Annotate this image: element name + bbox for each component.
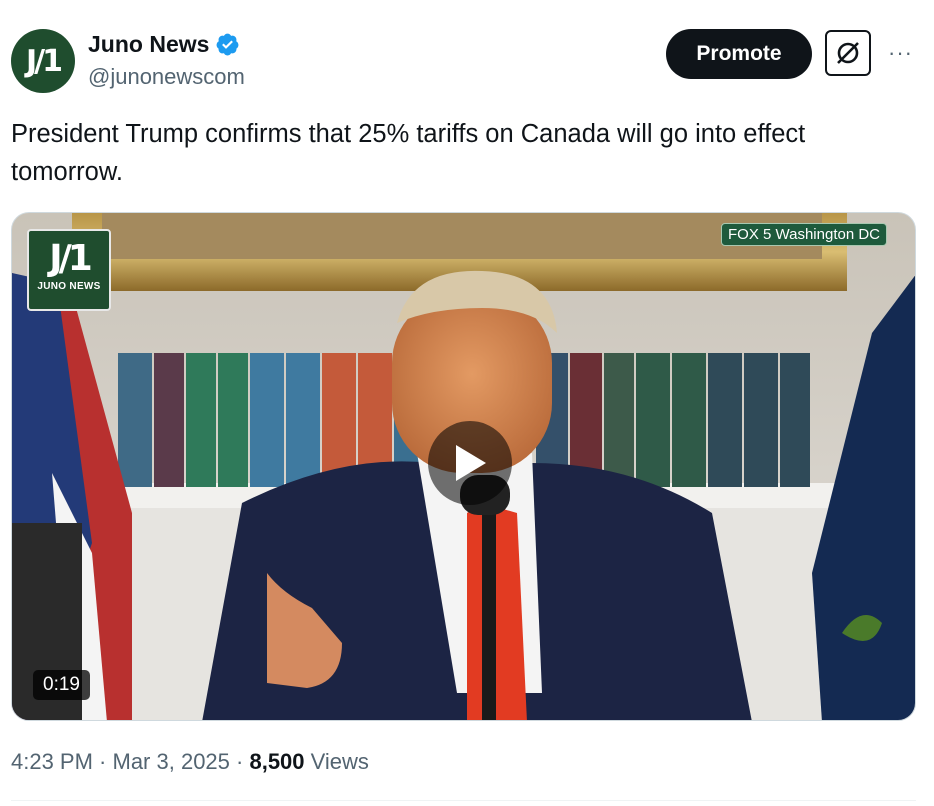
tweet-date[interactable]: Mar 3, 2025 bbox=[113, 749, 230, 774]
tweet-text: President Trump confirms that 25% tariff… bbox=[11, 120, 806, 186]
avatar[interactable]: J/1 bbox=[11, 29, 75, 93]
grok-button[interactable] bbox=[825, 30, 871, 76]
more-options-icon[interactable]: ··· bbox=[888, 40, 913, 66]
watermark-logo-text: JUNO NEWS bbox=[37, 281, 101, 292]
author-handle[interactable]: @junonewscom bbox=[88, 64, 245, 90]
verified-badge-icon bbox=[216, 33, 239, 56]
video-player[interactable]: J/1 JUNO NEWS FOX 5 Washington DC 0:19 bbox=[11, 212, 916, 721]
grok-icon bbox=[837, 42, 859, 64]
views-count: 8,500 bbox=[249, 749, 305, 774]
meta-separator: · bbox=[229, 749, 250, 774]
play-icon bbox=[456, 445, 486, 481]
video-duration: 0:19 bbox=[33, 670, 90, 700]
promote-button[interactable]: Promote bbox=[666, 29, 812, 79]
station-label: FOX 5 Washington DC bbox=[721, 223, 887, 246]
views-label: Views bbox=[304, 749, 369, 774]
divider bbox=[11, 800, 916, 801]
avatar-logo: J/1 bbox=[26, 43, 63, 79]
tweet-meta: 4:23 PM · Mar 3, 2025 · 8,500 Views bbox=[11, 749, 369, 775]
author-display-name[interactable]: Juno News bbox=[88, 31, 209, 58]
watermark-logo-mark: J/1 bbox=[49, 238, 93, 279]
watermark-logo: J/1 JUNO NEWS bbox=[27, 229, 111, 311]
meta-separator: · bbox=[92, 749, 113, 774]
play-button[interactable] bbox=[428, 421, 512, 505]
tweet-time[interactable]: 4:23 PM bbox=[11, 749, 93, 774]
author-name-row[interactable]: Juno News bbox=[88, 31, 240, 58]
